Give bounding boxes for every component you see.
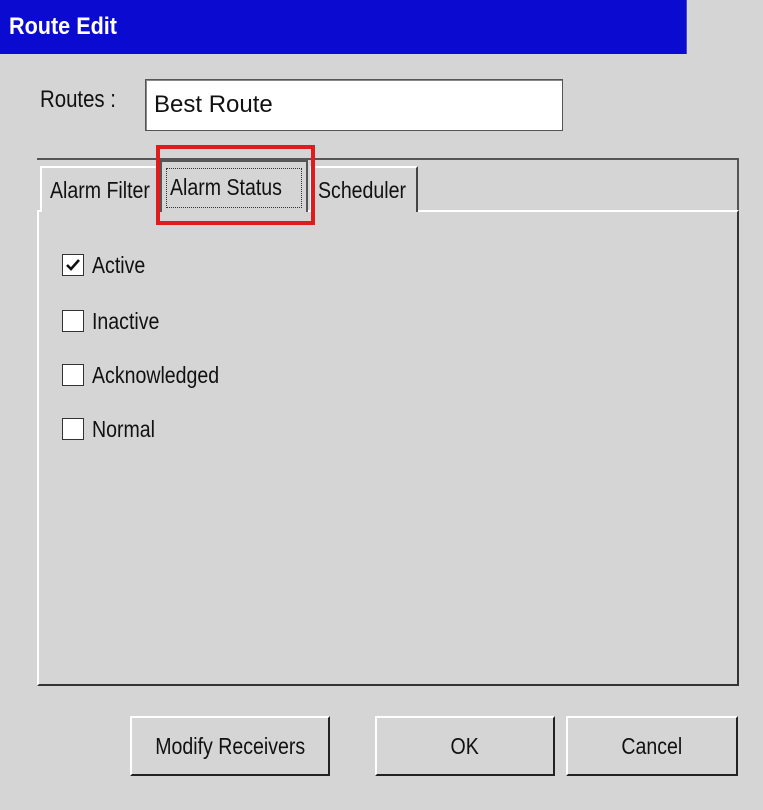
tab-scheduler-label: Scheduler — [318, 177, 407, 203]
tab-alarm-status-label: Alarm Status — [170, 174, 282, 200]
tab-strip-border-right — [737, 158, 739, 212]
checkbox-active-box[interactable] — [62, 254, 84, 276]
modify-receivers-label: Modify Receivers — [155, 732, 305, 759]
checkbox-normal-label: Normal — [92, 415, 156, 442]
routes-input[interactable] — [145, 79, 563, 131]
ok-label: OK — [450, 732, 480, 759]
modify-receivers-button[interactable]: Modify Receivers — [130, 716, 330, 776]
tab-alarm-filter-label: Alarm Filter — [50, 177, 150, 203]
checkbox-inactive[interactable]: Inactive — [62, 306, 171, 336]
checkbox-acknowledged-label: Acknowledged — [92, 361, 220, 388]
checkbox-inactive-label: Inactive — [92, 307, 160, 334]
route-edit-dialog: Route Edit Routes : Alarm Filter Alarm S… — [0, 0, 763, 810]
tab-strip-border — [37, 158, 739, 160]
tab-alarm-filter[interactable]: Alarm Filter — [40, 166, 158, 212]
checkbox-active[interactable]: Active — [62, 250, 155, 280]
checkbox-normal[interactable]: Normal — [62, 414, 166, 444]
checkbox-normal-box[interactable] — [62, 418, 84, 440]
checkbox-acknowledged[interactable]: Acknowledged — [62, 360, 242, 390]
checkbox-acknowledged-box[interactable] — [62, 364, 84, 386]
ok-button[interactable]: OK — [375, 716, 555, 776]
cancel-button[interactable]: Cancel — [566, 716, 738, 776]
tab-alarm-status[interactable]: Alarm Status — [160, 160, 308, 212]
tab-panel-alarm-status — [37, 210, 739, 686]
checkbox-inactive-box[interactable] — [62, 310, 84, 332]
tab-scheduler[interactable]: Scheduler — [310, 166, 418, 212]
window-title: Route Edit — [0, 0, 687, 54]
checkmark-icon — [66, 259, 80, 271]
cancel-label: Cancel — [621, 732, 683, 759]
checkbox-active-label: Active — [92, 251, 146, 278]
routes-label: Routes : — [40, 86, 116, 113]
